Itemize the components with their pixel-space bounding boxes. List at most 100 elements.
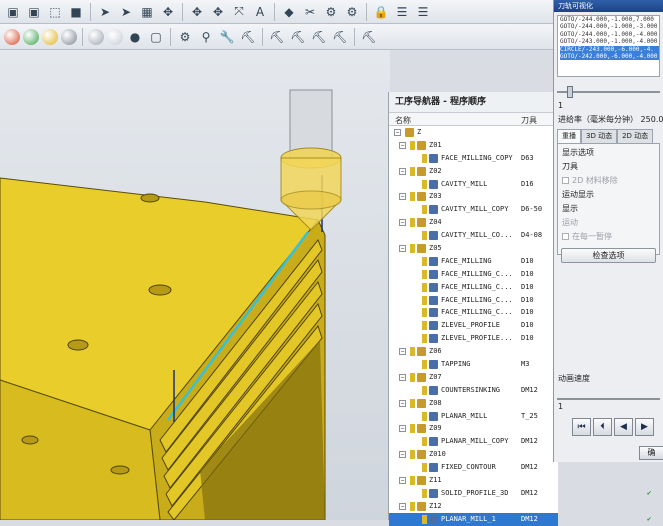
program-group-row[interactable]: − Z08 <box>389 397 558 410</box>
tree-root[interactable]: − Z <box>389 126 558 139</box>
list-icon[interactable]: ☰ <box>393 3 411 21</box>
collapse-icon[interactable]: − <box>399 167 406 175</box>
gcode-line[interactable]: GOTO/-242.000,-6.000,-4.000 <box>560 53 659 61</box>
confirm-button[interactable]: 确 <box>639 446 663 460</box>
tool-icon[interactable]: ⛏ <box>331 28 349 46</box>
operation-row[interactable]: FACE_MILLING_COPY D63 <box>389 152 558 165</box>
mode-tab[interactable]: 重播 <box>557 129 581 143</box>
pause-option[interactable]: 在每一暂停 <box>558 230 659 244</box>
program-group-row[interactable]: − Z11 <box>389 474 558 487</box>
program-group-row[interactable]: − Z06 <box>389 345 558 358</box>
table-icon[interactable]: ▦ <box>138 3 156 21</box>
collapse-icon[interactable]: − <box>399 502 406 510</box>
program-group-row[interactable]: − Z03 <box>389 190 558 203</box>
list-icon[interactable]: ☰ <box>414 3 432 21</box>
step-slider[interactable] <box>557 85 660 99</box>
material-removal-option[interactable]: 2D 材料移除 <box>558 174 659 188</box>
operation-row[interactable]: FIXED_CONTOUR DM12 <box>389 461 558 474</box>
graphics-viewport[interactable] <box>0 50 390 520</box>
ball-icon[interactable] <box>42 28 58 45</box>
ball-icon[interactable] <box>23 28 39 45</box>
move-icon[interactable]: ✥ <box>159 3 177 21</box>
collapse-icon[interactable]: − <box>399 245 406 253</box>
column-name[interactable]: 名称 <box>395 115 411 126</box>
collapse-icon[interactable]: − <box>399 477 406 485</box>
gcode-line[interactable]: GOTO/-244.000,-1.000,-4.000 <box>560 31 659 38</box>
checkbox-icon[interactable] <box>562 177 569 184</box>
tool-icon[interactable]: ⛏ <box>360 28 378 46</box>
column-tool[interactable]: 刀具 <box>521 115 537 126</box>
collapse-icon[interactable]: − <box>399 348 406 356</box>
plug-icon[interactable]: ⚲ <box>197 28 215 46</box>
operation-row[interactable]: FACE_MILLING_C... D10 <box>389 294 558 307</box>
operation-row[interactable]: TAPPING M3 <box>389 358 558 371</box>
text-icon[interactable]: A <box>251 3 269 21</box>
collapse-icon[interactable]: − <box>399 219 406 227</box>
operation-row[interactable]: ZLEVEL_PROFILE... D10 <box>389 332 558 345</box>
playback-button[interactable]: ◀ <box>614 418 633 436</box>
sphere-icon[interactable]: ● <box>126 28 144 46</box>
gcode-line[interactable]: GOTO/-243.000,-1.000,-4.000 <box>560 38 659 45</box>
gear-icon[interactable]: ⚙ <box>322 3 340 21</box>
collapse-icon[interactable]: − <box>399 141 406 149</box>
transform-icon[interactable]: ⤧ <box>230 3 248 21</box>
program-group-row[interactable]: − Z05 <box>389 242 558 255</box>
gcode-list[interactable]: GOTO/-244.000,-1.000,7.000 GOTO/-244.000,… <box>557 15 660 77</box>
collapse-icon[interactable]: − <box>399 399 406 407</box>
operation-row[interactable]: FACE_MILLING_C... D10 <box>389 281 558 294</box>
tool-icon[interactable]: ⛏ <box>310 28 328 46</box>
operation-row[interactable]: PLANAR_MILL_1 DM12 ✔ <box>389 512 651 526</box>
box-icon[interactable]: ▢ <box>147 28 165 46</box>
operation-row[interactable]: CAVITY_MILL_COPY D6-50 <box>389 203 558 216</box>
ball-icon[interactable] <box>61 28 77 45</box>
program-group-row[interactable]: − Z02 <box>389 165 558 178</box>
animation-speed-slider[interactable] <box>557 392 660 406</box>
playback-button[interactable]: ▶ <box>635 418 654 436</box>
collapse-icon[interactable]: − <box>399 193 406 201</box>
tool-icon[interactable]: ⛏ <box>239 28 257 46</box>
ball-icon[interactable] <box>107 28 123 45</box>
collapse-icon[interactable]: − <box>394 129 401 136</box>
program-group-row[interactable]: − Z010 <box>389 448 558 461</box>
shaded-box-icon[interactable]: ■ <box>67 3 85 21</box>
tool-icon[interactable]: ⛏ <box>268 28 286 46</box>
scissors-icon[interactable]: ✂ <box>301 3 319 21</box>
wrench-icon[interactable]: 🔧 <box>218 28 236 46</box>
operation-row[interactable]: FACE_MILLING D10 <box>389 255 558 268</box>
cursor-icon[interactable]: ➤ <box>96 3 114 21</box>
program-group-row[interactable]: − Z12 <box>389 500 558 513</box>
lock-icon[interactable]: 🔒 <box>372 3 390 21</box>
ball-icon[interactable] <box>4 28 20 45</box>
move-icon[interactable]: ✥ <box>188 3 206 21</box>
operation-row[interactable]: FACE_MILLING_C... D10 <box>389 306 558 319</box>
collapse-icon[interactable]: − <box>399 425 406 433</box>
operation-row[interactable]: FACE_MILLING_C... D10 <box>389 268 558 281</box>
cube-icon[interactable]: ▣ <box>4 3 22 21</box>
mode-tab[interactable]: 3D 动态 <box>581 129 618 143</box>
playback-button[interactable]: ⏮ <box>572 418 591 436</box>
wireframe-cube-icon[interactable]: ⬚ <box>46 3 64 21</box>
operation-row[interactable]: ZLEVEL_PROFILE D10 <box>389 319 558 332</box>
operation-row[interactable]: PLANAR_MILL T_25 <box>389 410 558 423</box>
program-group-row[interactable]: − Z07 <box>389 371 558 384</box>
operation-row[interactable]: SOLID_PROFILE_3D DM12 ✔ <box>389 487 651 500</box>
playback-button[interactable]: ⏴ <box>593 418 612 436</box>
move-icon[interactable]: ✥ <box>209 3 227 21</box>
operation-row[interactable]: CAVITY_MILL_CO... D4-08 <box>389 229 558 242</box>
gcode-line[interactable]: CIRCLE/-243.000,-6.000,-4. <box>560 45 659 54</box>
diamond-icon[interactable]: ◆ <box>280 3 298 21</box>
operation-row[interactable]: COUNTERSINKING DM12 <box>389 384 558 397</box>
checkbox-icon[interactable] <box>562 233 569 240</box>
cursor-icon[interactable]: ➤ <box>117 3 135 21</box>
gcode-line[interactable]: GOTO/-244.000,-1.000,-3.000 <box>560 23 659 30</box>
ball-icon[interactable] <box>88 28 104 45</box>
program-group-row[interactable]: − Z04 <box>389 216 558 229</box>
program-group-row[interactable]: − Z01 <box>389 139 558 152</box>
gear-icon[interactable]: ⚙ <box>343 3 361 21</box>
gear-icon[interactable]: ⚙ <box>176 28 194 46</box>
collapse-icon[interactable]: − <box>399 373 406 381</box>
operation-row[interactable]: PLANAR_MILL_COPY DM12 <box>389 435 558 448</box>
gcode-line[interactable]: GOTO/-244.000,-1.000,7.000 <box>560 16 659 23</box>
operation-row[interactable]: CAVITY_MILL D16 <box>389 178 558 191</box>
mode-tab[interactable]: 2D 动态 <box>617 129 654 143</box>
